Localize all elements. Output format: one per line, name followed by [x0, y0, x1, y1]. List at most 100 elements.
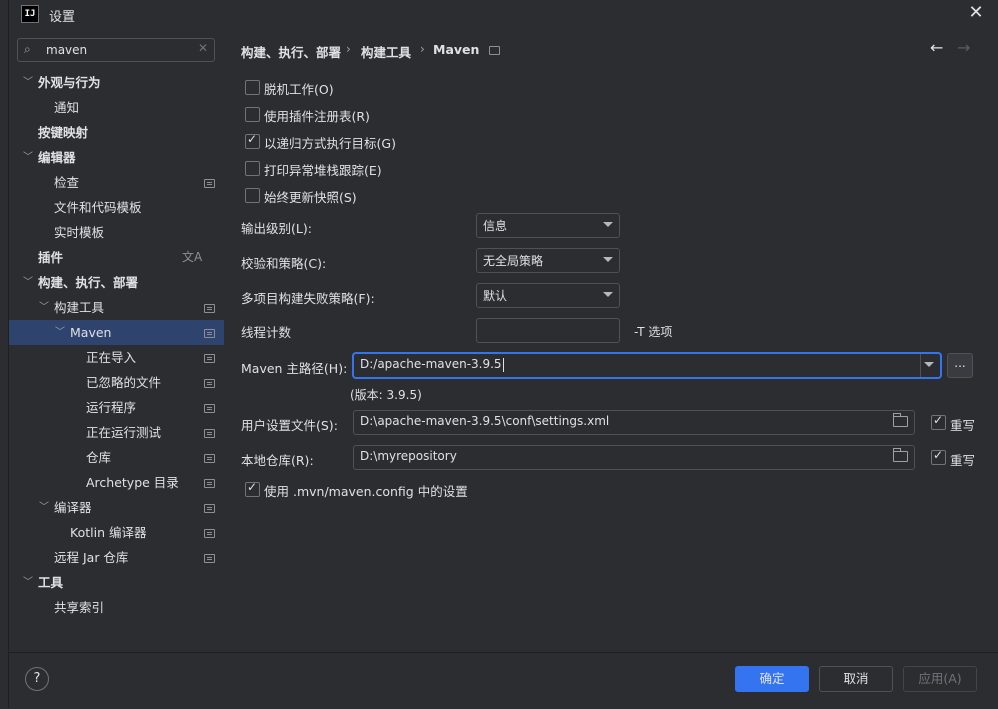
project-scope-icon [204, 529, 215, 538]
chevron-down-icon[interactable]: ﹀ [55, 320, 65, 345]
recursive-checkbox[interactable] [245, 132, 260, 149]
sidebar-item-live-templates[interactable]: 实时模板 [9, 220, 224, 245]
sidebar-item-label: 已忽略的文件 [86, 375, 162, 390]
local-repo-label: 本地仓库(R): [241, 453, 314, 468]
clear-search-icon[interactable]: ✕ [198, 41, 208, 55]
maven-home-select[interactable]: D:/apache-maven-3.9.5 [353, 353, 941, 378]
translate-icon: 文A [182, 250, 203, 264]
output-level-select[interactable]: 信息 [476, 213, 620, 238]
offline-checkbox[interactable] [245, 80, 260, 95]
project-scope-icon [204, 379, 215, 388]
sidebar-item-importing[interactable]: 正在导入 [9, 345, 224, 370]
chevron-down-icon [603, 222, 613, 227]
multiproject-select[interactable]: 默认 [476, 283, 620, 308]
sidebar-item-kotlin-compiler[interactable]: Kotlin 编译器 [9, 520, 224, 545]
sidebar-item-label: Kotlin 编译器 [70, 525, 147, 540]
breadcrumb-separator: › [346, 42, 351, 56]
sidebar-item-archetype[interactable]: Archetype 目录 [9, 470, 224, 495]
recursive-label: 以递归方式执行目标(G) [264, 136, 396, 151]
sidebar-item-compiler[interactable]: ﹀ 编译器 [9, 495, 224, 520]
user-settings-field[interactable]: D:\apache-maven-3.9.5\conf\settings.xml [353, 410, 915, 435]
always-update-checkbox[interactable] [245, 188, 260, 203]
folder-icon[interactable] [893, 413, 908, 427]
browse-maven-home-button[interactable]: ... [947, 353, 973, 378]
chevron-down-icon[interactable]: ﹀ [39, 295, 49, 320]
thread-count-input[interactable] [476, 318, 620, 343]
override-settings-checkbox[interactable] [931, 413, 946, 430]
maven-home-value[interactable]: D:/apache-maven-3.9.5 [360, 357, 504, 372]
cancel-button[interactable]: 取消 [819, 666, 893, 692]
sidebar-item-tools[interactable]: ﹀ 工具 [9, 570, 224, 595]
sidebar-item-maven[interactable]: ﹀ Maven [9, 320, 224, 345]
sidebar-item-label: 编辑器 [38, 150, 76, 165]
chevron-down-icon[interactable]: ﹀ [23, 270, 33, 295]
user-settings-label: 用户设置文件(S): [241, 418, 338, 433]
sidebar-item-label: 正在导入 [86, 350, 137, 365]
title-bar: IJ 设置 ✕ [9, 0, 998, 28]
plugin-registry-checkbox[interactable] [245, 107, 260, 122]
sidebar-item-keymap[interactable]: 按键映射 [9, 120, 224, 145]
chevron-down-icon[interactable]: ﹀ [23, 570, 33, 595]
close-icon[interactable]: ✕ [965, 2, 987, 24]
maven-home-label: Maven 主路径(H): [241, 361, 348, 376]
print-stack-checkbox[interactable] [245, 161, 260, 176]
sidebar-item-label: 工具 [38, 575, 64, 590]
sidebar-item-inspections[interactable]: 检查 [9, 170, 224, 195]
project-scope-icon [204, 479, 215, 488]
sidebar-item-plugins[interactable]: 插件 文A [9, 245, 224, 270]
sidebar-item-file-templates[interactable]: 文件和代码模板 [9, 195, 224, 220]
sidebar-item-runner[interactable]: 运行程序 [9, 395, 224, 420]
chevron-down-icon[interactable]: ﹀ [23, 70, 33, 95]
sidebar-item-ignored-files[interactable]: 已忽略的文件 [9, 370, 224, 395]
chevron-down-icon[interactable]: ﹀ [39, 495, 49, 520]
sidebar-item-editor[interactable]: ﹀ 编辑器 [9, 145, 224, 170]
help-button[interactable]: ? [25, 667, 49, 691]
settings-content: 构建、执行、部署 › 构建工具 › Maven ← → 脱机工作(O) 使用插件… [224, 28, 998, 652]
checksum-value: 无全局策略 [483, 254, 544, 268]
ok-button[interactable]: 确定 [735, 666, 809, 692]
sidebar-item-notifications[interactable]: 通知 [9, 95, 224, 120]
sidebar-item-repositories[interactable]: 仓库 [9, 445, 224, 470]
search-input[interactable] [46, 41, 186, 59]
local-repo-field[interactable]: D:\myrepository [353, 445, 915, 470]
override-settings-label: 重写 [950, 418, 976, 433]
search-icon: ⌕ [24, 42, 31, 56]
forward-arrow-icon[interactable]: → [957, 38, 970, 57]
sidebar-item-build[interactable]: ﹀ 构建、执行、部署 [9, 270, 224, 295]
sidebar-item-appearance[interactable]: ﹀ 外观与行为 [9, 70, 224, 95]
thread-count-hint: -T 选项 [634, 325, 673, 339]
sidebar-item-label: 仓库 [86, 450, 112, 465]
checksum-label: 校验和策略(C): [241, 256, 327, 271]
user-settings-value: D:\apache-maven-3.9.5\conf\settings.xml [360, 414, 610, 428]
sidebar-item-running-tests[interactable]: 正在运行测试 [9, 420, 224, 445]
sidebar-item-build-tools[interactable]: ﹀ 构建工具 [9, 295, 224, 320]
output-level-label: 输出级别(L): [241, 221, 312, 236]
back-arrow-icon[interactable]: ← [930, 38, 943, 57]
sidebar-item-label: 按键映射 [38, 125, 89, 140]
override-repo-checkbox[interactable] [931, 448, 946, 465]
override-repo-label: 重写 [950, 453, 976, 468]
project-scope-icon [204, 429, 215, 438]
sidebar-item-label: 远程 Jar 仓库 [54, 550, 129, 565]
multiproject-value: 默认 [483, 289, 508, 303]
sidebar-item-label: 文件和代码模板 [54, 200, 142, 215]
mvn-config-checkbox[interactable] [245, 480, 260, 497]
breadcrumb-item[interactable]: 构建、执行、部署 [241, 42, 341, 61]
project-scope-icon [204, 454, 215, 463]
sidebar-item-remote-jar[interactable]: 远程 Jar 仓库 [9, 545, 224, 570]
sidebar-item-label: Maven [70, 325, 112, 340]
sidebar-item-shared-indexes[interactable]: 共享索引 [9, 595, 224, 620]
checksum-select[interactable]: 无全局策略 [476, 248, 620, 273]
breadcrumb-item[interactable]: 构建工具 [361, 42, 411, 61]
sidebar-item-label: 运行程序 [86, 400, 137, 415]
chevron-down-icon [603, 257, 613, 262]
project-scope-icon [204, 329, 215, 338]
app-logo-icon: IJ [21, 5, 39, 23]
sidebar-item-label: 插件 [38, 250, 64, 265]
sidebar-item-label: 通知 [54, 100, 80, 115]
project-scope-icon [204, 404, 215, 413]
search-field[interactable]: ⌕ ✕ [17, 38, 215, 62]
chevron-down-icon[interactable]: ﹀ [23, 145, 33, 170]
folder-icon[interactable] [893, 448, 908, 462]
apply-button[interactable]: 应用(A) [903, 666, 977, 692]
